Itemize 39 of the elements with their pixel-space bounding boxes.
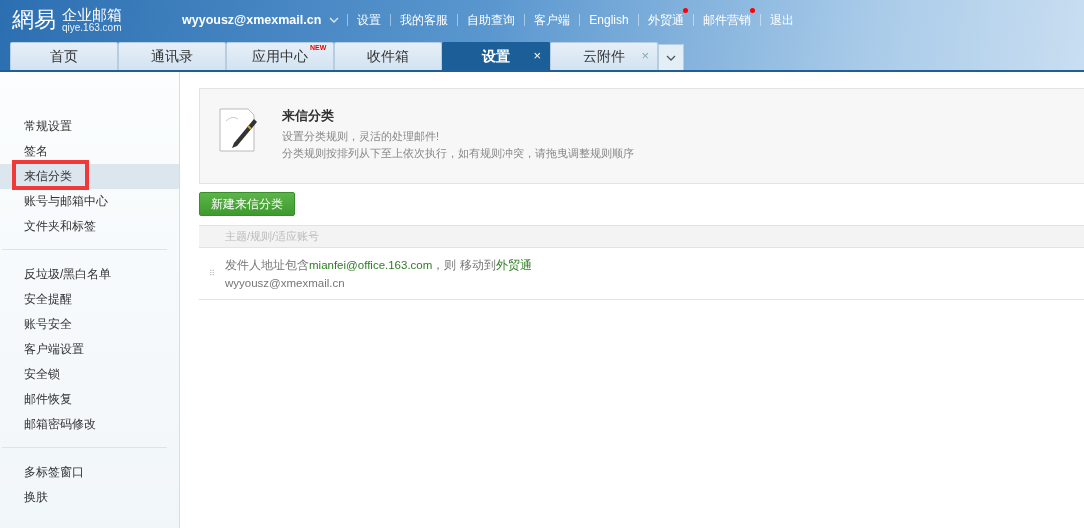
account-text: wyyousz@xmexmail.cn	[225, 275, 346, 291]
nav-link[interactable]: 设置	[357, 11, 382, 29]
pen-note-icon	[218, 107, 258, 153]
chevron-down-icon[interactable]	[329, 17, 340, 23]
sidebar-item[interactable]: 安全锁	[0, 362, 179, 387]
tab[interactable]: 通讯录	[118, 42, 226, 70]
more-tabs-button[interactable]	[658, 44, 684, 70]
logo-mark: 網易	[12, 6, 56, 34]
tab[interactable]: 云附件 ×	[550, 42, 658, 70]
sidebar-item[interactable]: 文件夹和标签	[0, 214, 179, 239]
tab-label: 设置	[482, 47, 510, 66]
sidebar-item[interactable]: 安全提醒	[0, 287, 179, 312]
sidebar-item[interactable]: 反垃圾/黑白名单	[0, 262, 179, 287]
caret-icon	[666, 54, 676, 61]
sidebar-item[interactable]: 客户端设置	[0, 337, 179, 362]
close-button[interactable]: ×	[533, 49, 541, 62]
tab-label: 云附件	[583, 47, 625, 66]
tab[interactable]: 收件箱	[334, 42, 442, 70]
sidebar-item[interactable]: 换肤	[0, 485, 179, 510]
sidebar-item[interactable]: 常规设置	[0, 114, 179, 139]
sidebar-item[interactable]: 账号与邮箱中心	[0, 189, 179, 214]
sidebar-item[interactable]: 邮箱密码修改	[0, 412, 179, 437]
sidebar-item[interactable]: 账号安全	[0, 312, 179, 337]
sidebar-item[interactable]: 多标签窗口	[0, 460, 179, 485]
tab[interactable]: 设置 ×	[442, 42, 550, 70]
product-name: 企业邮箱	[62, 7, 122, 22]
account-email[interactable]: wyyousz@xmexmail.cn	[182, 13, 322, 27]
domain-text: qiye.163.com	[62, 23, 122, 33]
intro-title: 来信分类	[282, 107, 335, 125]
intro-text: 设置分类规则，灵活的处理邮件!	[282, 129, 441, 144]
tab[interactable]: 首页	[10, 42, 118, 70]
tab-label: 首页	[50, 47, 78, 66]
tab-label: 应用中心	[252, 47, 308, 66]
tab-label: 收件箱	[367, 47, 409, 66]
sidebar-item[interactable]: 邮件恢复	[0, 387, 179, 412]
sidebar-item[interactable]: 签名	[0, 139, 179, 164]
intro-text: 分类规则按排列从下至上依次执行，如有规则冲突，请拖曳调整规则顺序	[282, 146, 634, 161]
tab-label: 通讯录	[151, 47, 193, 66]
rule-text: 发件人地址包含mianfei@office.163.com，则 移动到外贸通	[225, 257, 532, 273]
